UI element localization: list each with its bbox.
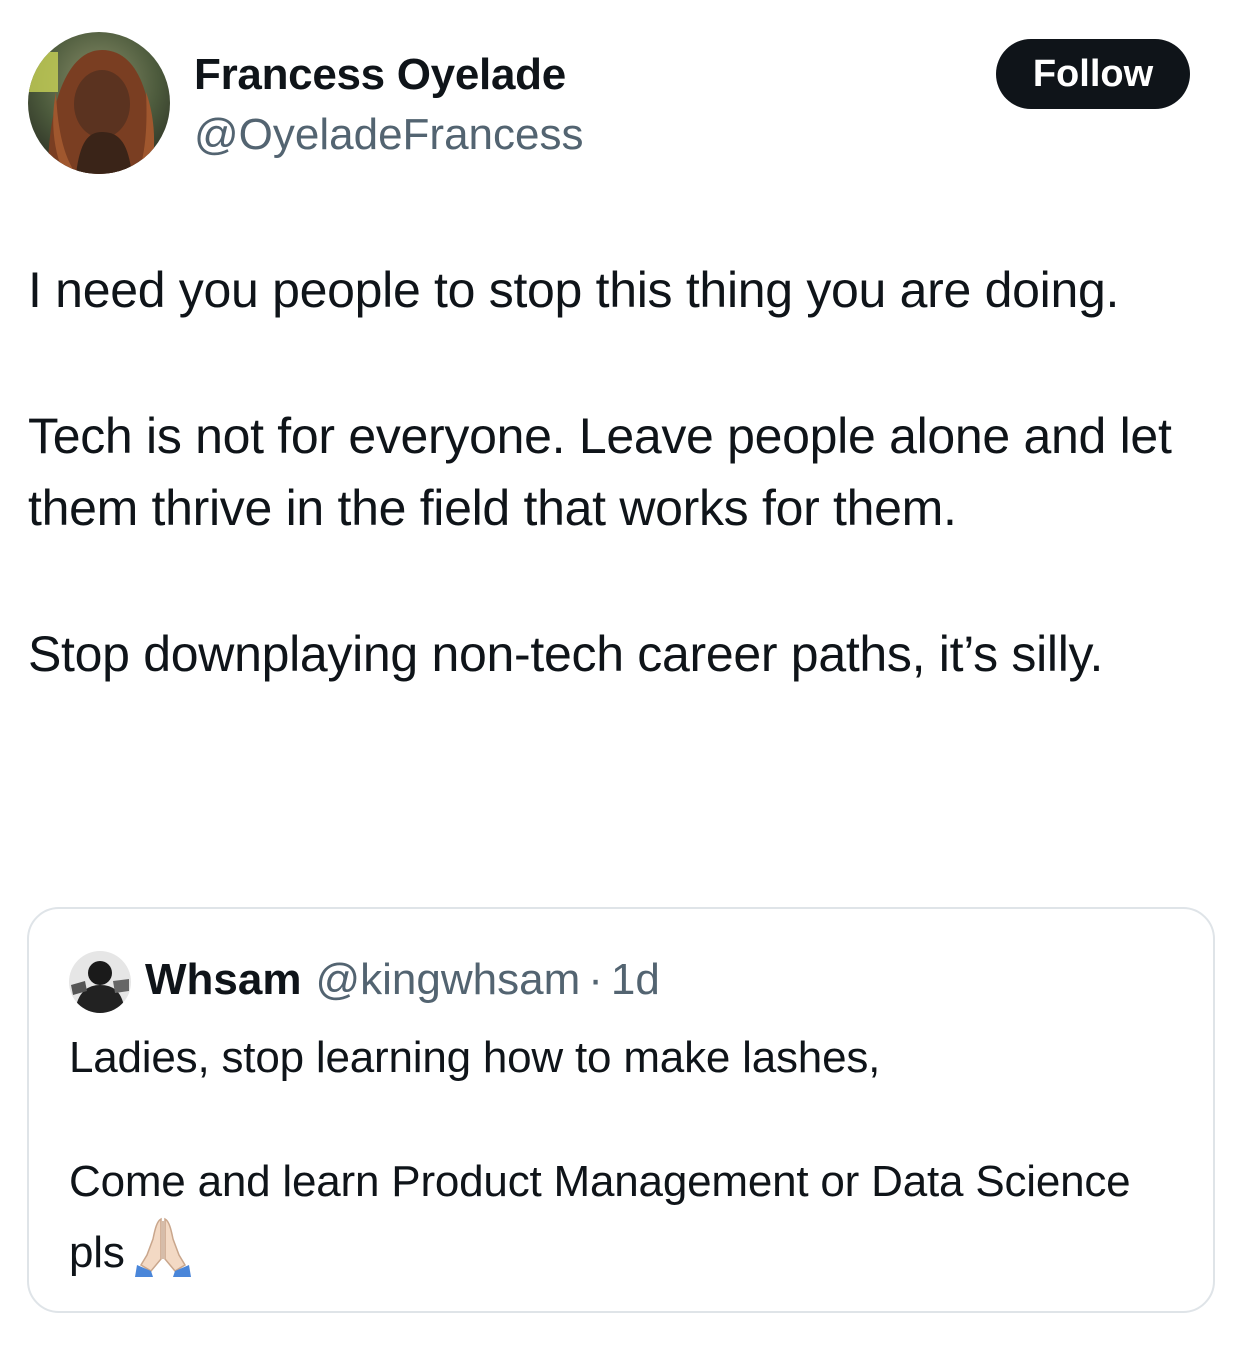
- quoted-tweet-header: Whsam @kingwhsam · 1d: [145, 955, 660, 1005]
- author-avatar[interactable]: [28, 32, 170, 174]
- avatar-photo-icon: [69, 951, 131, 1013]
- quoted-tweet-paragraph: Ladies, stop learning how to make lashes…: [69, 1033, 881, 1082]
- tweet-paragraph: I need you people to stop this thing you…: [28, 262, 1120, 318]
- quoted-author-avatar[interactable]: [69, 951, 131, 1013]
- tweet-paragraph: Stop downplaying non-tech career paths, …: [28, 626, 1104, 682]
- tweet-card: Francess Oyelade @OyeladeFrancess Follow…: [0, 0, 1242, 1355]
- separator-dot: ·: [588, 955, 603, 1004]
- author-name[interactable]: Francess Oyelade: [194, 50, 566, 100]
- avatar-photo-icon: [28, 32, 170, 174]
- folded-hands-icon: [131, 1213, 195, 1277]
- quoted-tweet-timestamp[interactable]: 1d: [611, 955, 660, 1005]
- quoted-author-handle[interactable]: @kingwhsam: [315, 955, 580, 1005]
- tweet-paragraph: Tech is not for everyone. Leave people a…: [28, 408, 1172, 536]
- quoted-tweet[interactable]: Whsam @kingwhsam · 1d Ladies, stop learn…: [27, 907, 1215, 1313]
- quoted-author-name[interactable]: Whsam: [145, 955, 301, 1005]
- quoted-tweet-body: Ladies, stop learning how to make lashes…: [69, 1027, 1179, 1284]
- quoted-tweet-paragraph: Come and learn Product Management or Dat…: [69, 1151, 1179, 1284]
- quoted-tweet-text: Come and learn Product Management or Dat…: [69, 1157, 1131, 1277]
- tweet-body: I need you people to stop this thing you…: [28, 254, 1218, 690]
- follow-button[interactable]: Follow: [996, 39, 1190, 109]
- author-handle[interactable]: @OyeladeFrancess: [194, 110, 584, 160]
